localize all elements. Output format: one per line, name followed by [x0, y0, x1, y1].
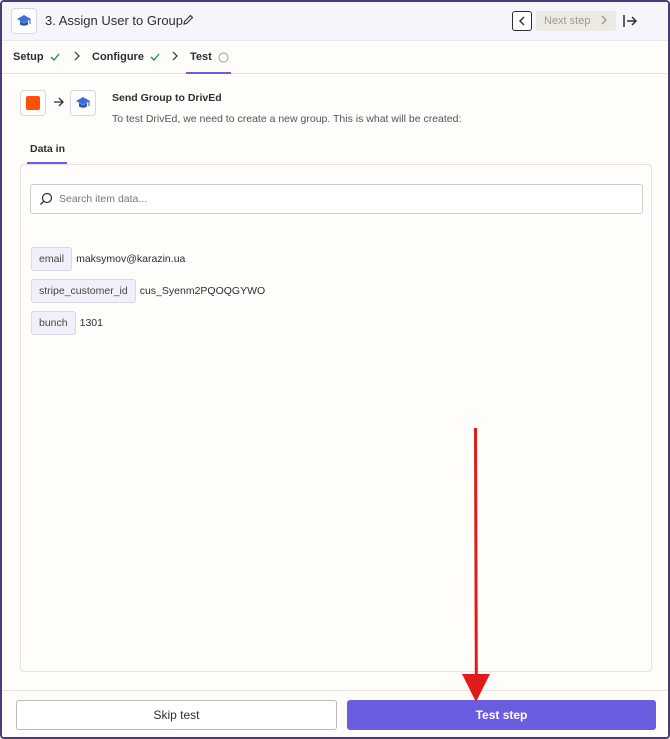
- previous-step-button[interactable]: [512, 11, 532, 31]
- step-editor-panel: 3. Assign User to Group Next step Setup: [0, 0, 670, 739]
- tab-test-label: Test: [190, 51, 212, 63]
- tab-data-in[interactable]: Data in: [30, 143, 65, 155]
- checkmark-icon: [150, 53, 160, 61]
- next-step-button[interactable]: Next step: [536, 11, 616, 31]
- tab-configure[interactable]: Configure: [92, 51, 160, 63]
- field-key: email: [31, 247, 73, 271]
- action-title: Send Group to DrivEd: [112, 92, 222, 104]
- pencil-icon[interactable]: [182, 14, 194, 26]
- step-title: 3. Assign User to Group: [45, 13, 184, 28]
- drived-app-icon: [70, 90, 96, 116]
- data-panel: [20, 164, 652, 672]
- tab-setup-label: Setup: [13, 51, 44, 63]
- search-icon: [40, 192, 53, 205]
- exit-to-right-icon[interactable]: [622, 13, 638, 29]
- arrow-right-icon: [54, 97, 64, 107]
- step-tabs: Setup Configure Test: [2, 41, 668, 74]
- data-field-row: stripe_customer_id cus_Syenm2PQOQGYWO: [31, 279, 265, 303]
- action-description: To test DrivEd, we need to create a new …: [112, 113, 462, 125]
- search-box[interactable]: [30, 184, 643, 214]
- field-value: cus_Syenm2PQOQGYWO: [139, 285, 266, 297]
- tab-configure-label: Configure: [92, 51, 144, 63]
- checkmark-icon: [50, 53, 60, 61]
- graduation-cap-icon: [76, 97, 90, 108]
- data-field-row: bunch 1301: [31, 311, 103, 335]
- chevron-right-icon: [601, 15, 607, 25]
- chevron-right-icon: [172, 51, 178, 61]
- field-key: bunch: [31, 311, 76, 335]
- chevron-left-icon: [519, 16, 525, 26]
- skip-test-button[interactable]: Skip test: [16, 700, 337, 730]
- pending-circle-icon: [218, 52, 229, 62]
- next-step-label: Next step: [544, 15, 591, 27]
- active-tab-indicator: [186, 72, 231, 74]
- chevron-right-icon: [74, 51, 80, 61]
- drived-app-icon: [11, 8, 37, 34]
- test-step-button[interactable]: Test step: [347, 700, 656, 730]
- annotation-arrow: [462, 428, 490, 702]
- field-value: maksymov@karazin.ua: [76, 253, 186, 265]
- data-field-row: email maksymov@karazin.ua: [31, 247, 185, 271]
- source-app-icon: [20, 90, 46, 116]
- graduation-cap-icon: [17, 15, 31, 26]
- step-header: 3. Assign User to Group Next step: [2, 2, 668, 41]
- zapier-square-icon: [26, 96, 40, 110]
- tab-test[interactable]: Test: [190, 51, 229, 63]
- footer-actions: Skip test Test step: [2, 690, 668, 737]
- field-value: 1301: [79, 317, 103, 329]
- search-input[interactable]: [59, 191, 629, 207]
- tab-setup[interactable]: Setup: [13, 51, 60, 63]
- field-key: stripe_customer_id: [31, 279, 136, 303]
